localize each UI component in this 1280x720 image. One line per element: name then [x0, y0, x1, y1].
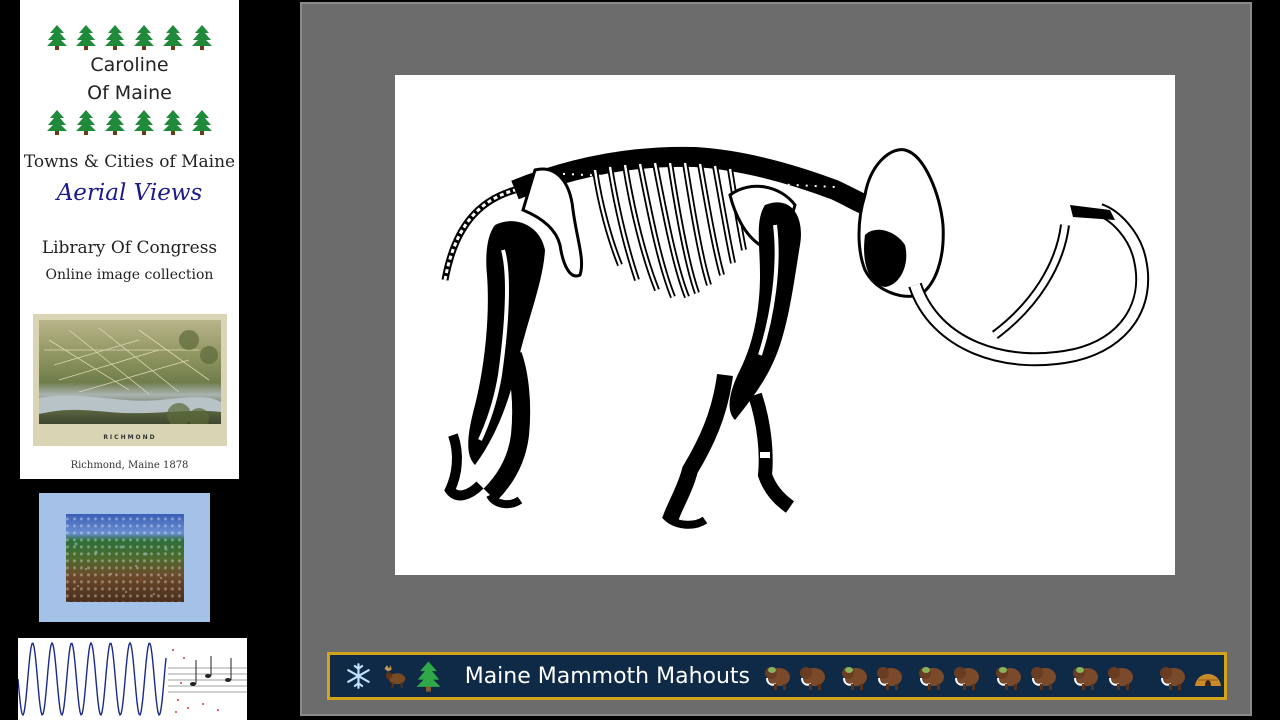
tree-icon — [416, 661, 441, 692]
mammoth-icon — [800, 667, 826, 690]
mammoth-icon — [1160, 667, 1186, 690]
map-print-title: RICHMOND — [103, 434, 157, 441]
mammoth-icon — [1108, 667, 1134, 690]
banner-title: Maine Mammoth Mahouts — [464, 663, 751, 689]
painting-texture — [74, 542, 173, 595]
tree-icon — [76, 25, 96, 50]
tree-icon — [134, 25, 154, 50]
author-name-line1: Caroline — [90, 54, 169, 76]
source-line1: Library Of Congress — [41, 238, 218, 258]
mammoth-icon — [954, 667, 980, 690]
moose-icon — [384, 665, 406, 688]
hut-icon — [1195, 674, 1222, 686]
tree-icon — [105, 25, 125, 50]
tree-icon — [192, 25, 212, 50]
mammoth-skeleton-illustration — [441, 146, 1150, 529]
tree-icon — [163, 25, 183, 50]
map-caption: Richmond, Maine 1878 — [70, 460, 189, 471]
snowflake-icon — [347, 663, 370, 689]
aerial-map-image[interactable]: RICHMOND — [33, 314, 227, 446]
tree-icon — [47, 110, 67, 135]
mammoth-icon — [842, 667, 868, 690]
landscape-painting-thumbnail[interactable] — [39, 493, 210, 622]
mammoth-icon — [765, 667, 791, 690]
aerial-map-picture — [39, 320, 221, 424]
card-heading: Towns & Cities of Maine — [23, 152, 236, 172]
mammoth-icon — [919, 667, 945, 690]
mammoth-icon — [877, 667, 903, 690]
mammoth-icon — [1031, 667, 1057, 690]
waveform-drawing — [18, 641, 247, 717]
source-line2: Online image collection — [45, 267, 214, 283]
map-streets-drawing — [39, 327, 221, 424]
waveform-music-thumbnail[interactable] — [18, 638, 247, 720]
tree-row-bottom — [20, 109, 239, 135]
info-card: Caroline Of Maine Towns & Cities of Main… — [20, 0, 239, 479]
mammoth-icon — [996, 667, 1022, 690]
mammoth-icon — [1073, 667, 1099, 690]
tree-row-top — [20, 24, 239, 50]
tree-icon — [163, 110, 183, 135]
mammoth-skeleton-drawing — [395, 75, 1175, 575]
title-banner: Maine Mammoth Mahouts — [327, 652, 1227, 700]
tree-icon — [192, 110, 212, 135]
author-name-line2: Of Maine — [87, 82, 172, 104]
landscape-painting-image — [66, 514, 184, 602]
tree-icon — [76, 110, 96, 135]
tree-icon — [134, 110, 154, 135]
mammoth-icon-row — [762, 660, 1224, 692]
tree-icon — [47, 25, 67, 50]
aerial-views-title: Aerial Views — [56, 180, 203, 206]
main-stage: Maine Mammoth Mahouts — [300, 2, 1252, 716]
tree-icon — [105, 110, 125, 135]
